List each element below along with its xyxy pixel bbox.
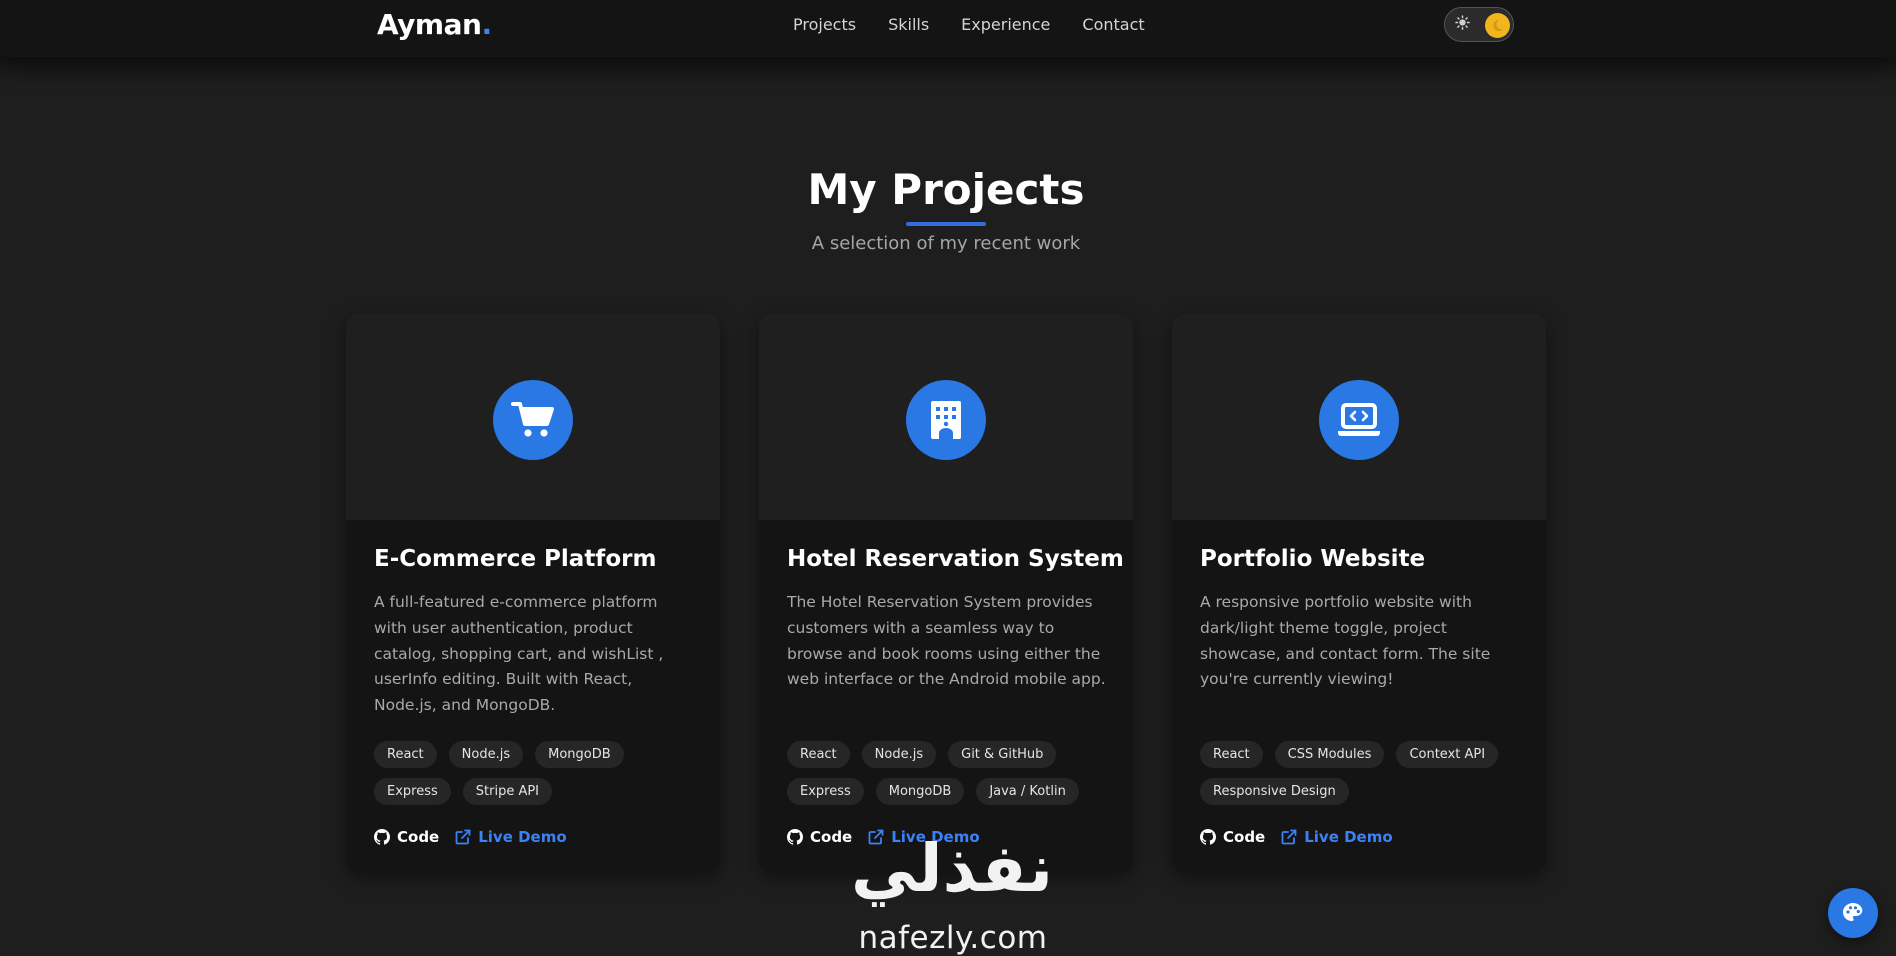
tech-tag: Java / Kotlin: [976, 778, 1079, 805]
project-links: Code Live Demo: [1200, 828, 1393, 846]
tech-tags: React CSS Modules Context API Responsive…: [1200, 741, 1530, 805]
live-demo-link[interactable]: Live Demo: [1281, 828, 1393, 846]
demo-label: Live Demo: [1304, 828, 1393, 846]
title-underline: [906, 222, 986, 226]
section-title: My Projects: [807, 165, 1085, 214]
tech-tag: Stripe API: [462, 778, 553, 805]
logo[interactable]: Ayman.: [377, 8, 492, 41]
card-header: [346, 314, 720, 520]
project-title: E-Commerce Platform: [374, 546, 657, 572]
project-card-ecommerce: E-Commerce Platform A full-featured e-co…: [346, 314, 720, 872]
card-header: [759, 314, 1133, 520]
nav-link-projects[interactable]: Projects: [793, 15, 856, 34]
watermark-url: nafezly.com: [858, 920, 1048, 956]
logo-text: Ayman: [377, 8, 482, 41]
tech-tag: Express: [787, 778, 864, 805]
watermark-arabic: نفذلي: [851, 830, 1053, 907]
tech-tag: MongoDB: [875, 778, 965, 805]
hotel-building-icon: [906, 380, 986, 460]
project-title: Hotel Reservation System: [787, 546, 1124, 572]
theme-palette-button[interactable]: [1828, 888, 1878, 938]
demo-label: Live Demo: [478, 828, 567, 846]
card-header: [1172, 314, 1546, 520]
project-title: Portfolio Website: [1200, 546, 1426, 572]
navbar: Ayman. Projects Skills Experience Contac…: [0, 0, 1896, 57]
project-description: The Hotel Reservation System provides cu…: [787, 593, 1106, 689]
tech-tags: React Node.js MongoDB Express Stripe API: [374, 741, 704, 805]
github-icon: [1200, 829, 1216, 845]
project-card-portfolio: Portfolio Website A responsive portfolio…: [1172, 314, 1546, 872]
tech-tag: Express: [374, 778, 451, 805]
nav-link-experience[interactable]: Experience: [961, 15, 1050, 34]
tech-tag: CSS Modules: [1274, 741, 1385, 768]
code-link[interactable]: Code: [374, 828, 439, 846]
code-label: Code: [1223, 828, 1266, 846]
nav-link-skills[interactable]: Skills: [888, 15, 929, 34]
code-link[interactable]: Code: [1200, 828, 1265, 846]
tech-tag: Git & GitHub: [948, 741, 1057, 768]
tech-tag: Responsive Design: [1200, 778, 1349, 805]
code-label: Code: [397, 828, 440, 846]
header-shadow: [0, 57, 1896, 85]
tech-tag: React: [787, 741, 850, 768]
tech-tag: React: [1200, 741, 1263, 768]
sun-icon: [1453, 15, 1472, 34]
nav-links: Projects Skills Experience Contact: [793, 15, 1145, 34]
github-icon: [787, 829, 803, 845]
section-subtitle: A selection of my recent work: [811, 233, 1081, 254]
live-demo-link[interactable]: Live Demo: [455, 828, 567, 846]
project-card-hotel: Hotel Reservation System The Hotel Reser…: [759, 314, 1133, 872]
laptop-code-icon: [1319, 380, 1399, 460]
tech-tag: React: [374, 741, 437, 768]
tech-tag: Node.js: [861, 741, 937, 768]
logo-dot: .: [481, 8, 492, 41]
theme-toggle[interactable]: [1444, 7, 1514, 42]
external-link-icon: [455, 829, 471, 845]
shopping-cart-icon: [493, 380, 573, 460]
github-icon: [374, 829, 390, 845]
tech-tags: React Node.js Git & GitHub Express Mongo…: [787, 741, 1117, 805]
project-description: A full-featured e-commerce platform with…: [374, 593, 664, 715]
project-description: A responsive portfolio website with dark…: [1200, 593, 1491, 689]
external-link-icon: [1281, 829, 1297, 845]
tech-tag: Node.js: [448, 741, 524, 768]
palette-icon: [1843, 903, 1863, 921]
nav-link-contact[interactable]: Contact: [1082, 15, 1144, 34]
tech-tag: Context API: [1396, 741, 1499, 768]
tech-tag: MongoDB: [535, 741, 624, 768]
moon-icon: [1485, 13, 1510, 38]
project-links: Code Live Demo: [374, 828, 567, 846]
